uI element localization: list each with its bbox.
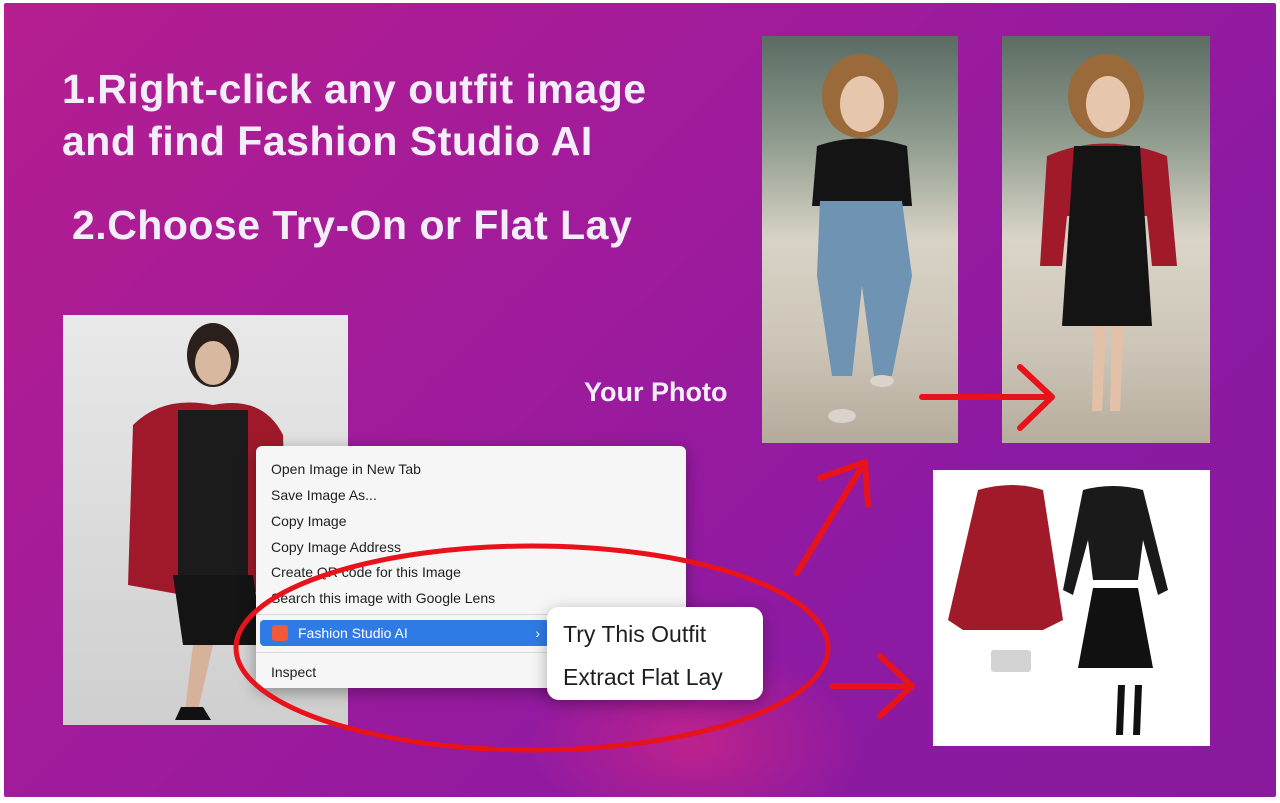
highlight-ellipse bbox=[233, 543, 831, 753]
arrow-up-to-result bbox=[794, 467, 863, 576]
annotation-overlay bbox=[233, 364, 1055, 753]
